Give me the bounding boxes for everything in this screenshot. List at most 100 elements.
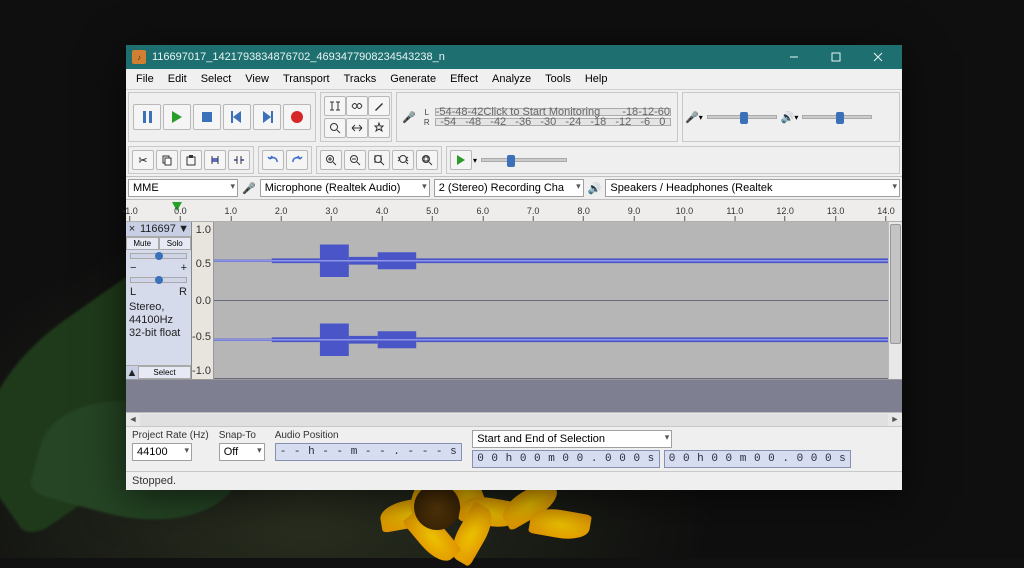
playback-volume-slider[interactable] <box>802 115 872 119</box>
trim-icon[interactable] <box>204 150 226 170</box>
edit-toolbar: ✂ <box>128 146 254 174</box>
device-toolbar: MME 🎤 Microphone (Realtek Audio) 2 (Ster… <box>126 177 902 200</box>
redo-icon[interactable] <box>286 150 308 170</box>
play-at-speed-toolbar: ▾ <box>446 146 900 174</box>
project-rate-label: Project Rate (Hz) <box>132 430 209 441</box>
zoom-in-icon[interactable] <box>320 150 342 170</box>
speaker-icon: 🔊 <box>781 111 795 124</box>
track-menu-icon[interactable]: ▼ <box>176 223 191 235</box>
record-channels-combo[interactable]: 2 (Stereo) Recording Cha <box>434 179 584 197</box>
zoom-toolbar <box>316 146 442 174</box>
selection-end-field[interactable]: 0 0 h 0 0 m 0 0 . 0 0 0 s <box>664 450 852 468</box>
scroll-right-icon: ► <box>888 414 902 426</box>
transport-toolbar <box>128 92 316 142</box>
zoom-out-icon[interactable] <box>344 150 366 170</box>
snap-combo[interactable]: Off <box>219 443 265 461</box>
envelope-tool-icon[interactable] <box>346 96 368 116</box>
record-button[interactable] <box>283 104 311 130</box>
scroll-left-icon: ◄ <box>126 414 140 426</box>
selection-tool-icon[interactable] <box>324 96 346 116</box>
stop-button[interactable] <box>193 104 221 130</box>
menu-help[interactable]: Help <box>579 71 614 87</box>
play-at-speed-button[interactable] <box>450 150 472 170</box>
play-button[interactable] <box>163 104 191 130</box>
menubar: File Edit Select View Transport Tracks G… <box>126 69 902 90</box>
pause-button[interactable] <box>133 104 161 130</box>
record-device-combo[interactable]: Microphone (Realtek Audio) <box>260 179 430 197</box>
track-depth: 32-bit float <box>129 327 188 340</box>
undo-toolbar <box>258 146 312 174</box>
vertical-scrollbar[interactable] <box>888 222 902 379</box>
menu-edit[interactable]: Edit <box>162 71 193 87</box>
menu-effect[interactable]: Effect <box>444 71 484 87</box>
record-volume-slider[interactable] <box>707 115 777 119</box>
track-select-button[interactable]: Select <box>138 366 191 379</box>
silence-icon[interactable] <box>228 150 250 170</box>
skip-end-button[interactable] <box>253 104 281 130</box>
menu-transport[interactable]: Transport <box>277 71 336 87</box>
waveform-area: 1.0 0.5 0.0 -0.5 -1.0 <box>192 222 888 379</box>
mic-icon: 🎤 <box>685 111 699 124</box>
speaker-icon: 🔊 <box>588 182 602 195</box>
zoom-tool-icon[interactable] <box>324 118 346 138</box>
playback-device-combo[interactable]: Speakers / Headphones (Realtek <box>605 179 900 197</box>
titlebar[interactable]: ♪ 116697017_1421793834876702_46934779082… <box>126 45 902 69</box>
close-button[interactable] <box>860 45 896 69</box>
track-control-panel[interactable]: × 116697017_ ▼ Mute Solo −+ LR Stereo, 4… <box>126 222 192 379</box>
tracks-area: × 116697017_ ▼ Mute Solo −+ LR Stereo, 4… <box>126 222 902 380</box>
maximize-button[interactable] <box>818 45 854 69</box>
menu-file[interactable]: File <box>130 71 160 87</box>
record-meter[interactable]: L-54-48-42Click to Start Monitoring-18-1… <box>419 108 675 127</box>
snap-label: Snap-To <box>219 430 265 441</box>
skip-start-button[interactable] <box>223 104 251 130</box>
menu-select[interactable]: Select <box>195 71 238 87</box>
fit-project-icon[interactable] <box>392 150 414 170</box>
waveform-right[interactable] <box>192 301 888 380</box>
cut-icon[interactable]: ✂ <box>132 150 154 170</box>
menu-tools[interactable]: Tools <box>539 71 577 87</box>
selection-start-field[interactable]: 0 0 h 0 0 m 0 0 . 0 0 0 s <box>472 450 660 468</box>
empty-track-area[interactable] <box>126 380 902 412</box>
audio-host-combo[interactable]: MME <box>128 179 238 197</box>
draw-tool-icon[interactable] <box>368 96 390 116</box>
track-name[interactable]: 116697017_ <box>138 222 176 236</box>
minimize-button[interactable] <box>776 45 812 69</box>
status-bar: Stopped. <box>126 471 902 490</box>
menu-generate[interactable]: Generate <box>384 71 442 87</box>
tools-toolbar <box>320 92 392 142</box>
pan-slider[interactable] <box>130 277 187 283</box>
mute-button[interactable]: Mute <box>126 237 159 250</box>
multi-tool-icon[interactable] <box>368 118 390 138</box>
menu-view[interactable]: View <box>239 71 275 87</box>
audio-position-field[interactable]: - - h - - m - - . - - - s <box>275 443 463 461</box>
selection-mode-combo[interactable]: Start and End of Selection <box>472 430 672 448</box>
paste-icon[interactable] <box>180 150 202 170</box>
undo-icon[interactable] <box>262 150 284 170</box>
app-icon: ♪ <box>132 50 146 64</box>
mic-icon: 🎤 <box>399 111 419 124</box>
toolbars: 🎤 L-54-48-42Click to Start Monitoring-18… <box>126 90 902 177</box>
solo-button[interactable]: Solo <box>159 237 192 250</box>
menu-analyze[interactable]: Analyze <box>486 71 537 87</box>
project-rate-combo[interactable]: 44100 <box>132 443 192 461</box>
collapse-icon[interactable]: ▲ <box>126 367 138 379</box>
waveform-left[interactable] <box>192 222 888 301</box>
window-title: 116697017_1421793834876702_4693477908234… <box>152 51 770 63</box>
timeshift-tool-icon[interactable] <box>346 118 368 138</box>
mixer-toolbar: 🎤▾ 🔊▾ <box>682 92 900 142</box>
selection-toolbar: Project Rate (Hz) 44100 Snap-To Off Audi… <box>126 426 902 471</box>
audacity-window: ♪ 116697017_1421793834876702_46934779082… <box>126 45 902 490</box>
horizontal-scrollbar[interactable]: ◄ ► <box>126 412 902 426</box>
timeline-ruler[interactable]: -1.00.01.02.03.04.05.06.07.08.09.010.011… <box>126 200 902 222</box>
menu-tracks[interactable]: Tracks <box>338 71 383 87</box>
record-meter-toolbar: 🎤 L-54-48-42Click to Start Monitoring-18… <box>396 92 678 142</box>
zoom-toggle-icon[interactable] <box>416 150 438 170</box>
audio-position-label: Audio Position <box>275 430 463 441</box>
copy-icon[interactable] <box>156 150 178 170</box>
mic-icon: 🎤 <box>242 182 256 195</box>
gain-slider[interactable] <box>130 253 187 259</box>
track-close-icon[interactable]: × <box>126 223 138 235</box>
fit-selection-icon[interactable] <box>368 150 390 170</box>
track-format: Stereo, 44100Hz <box>129 301 188 327</box>
play-speed-slider[interactable] <box>481 158 567 162</box>
